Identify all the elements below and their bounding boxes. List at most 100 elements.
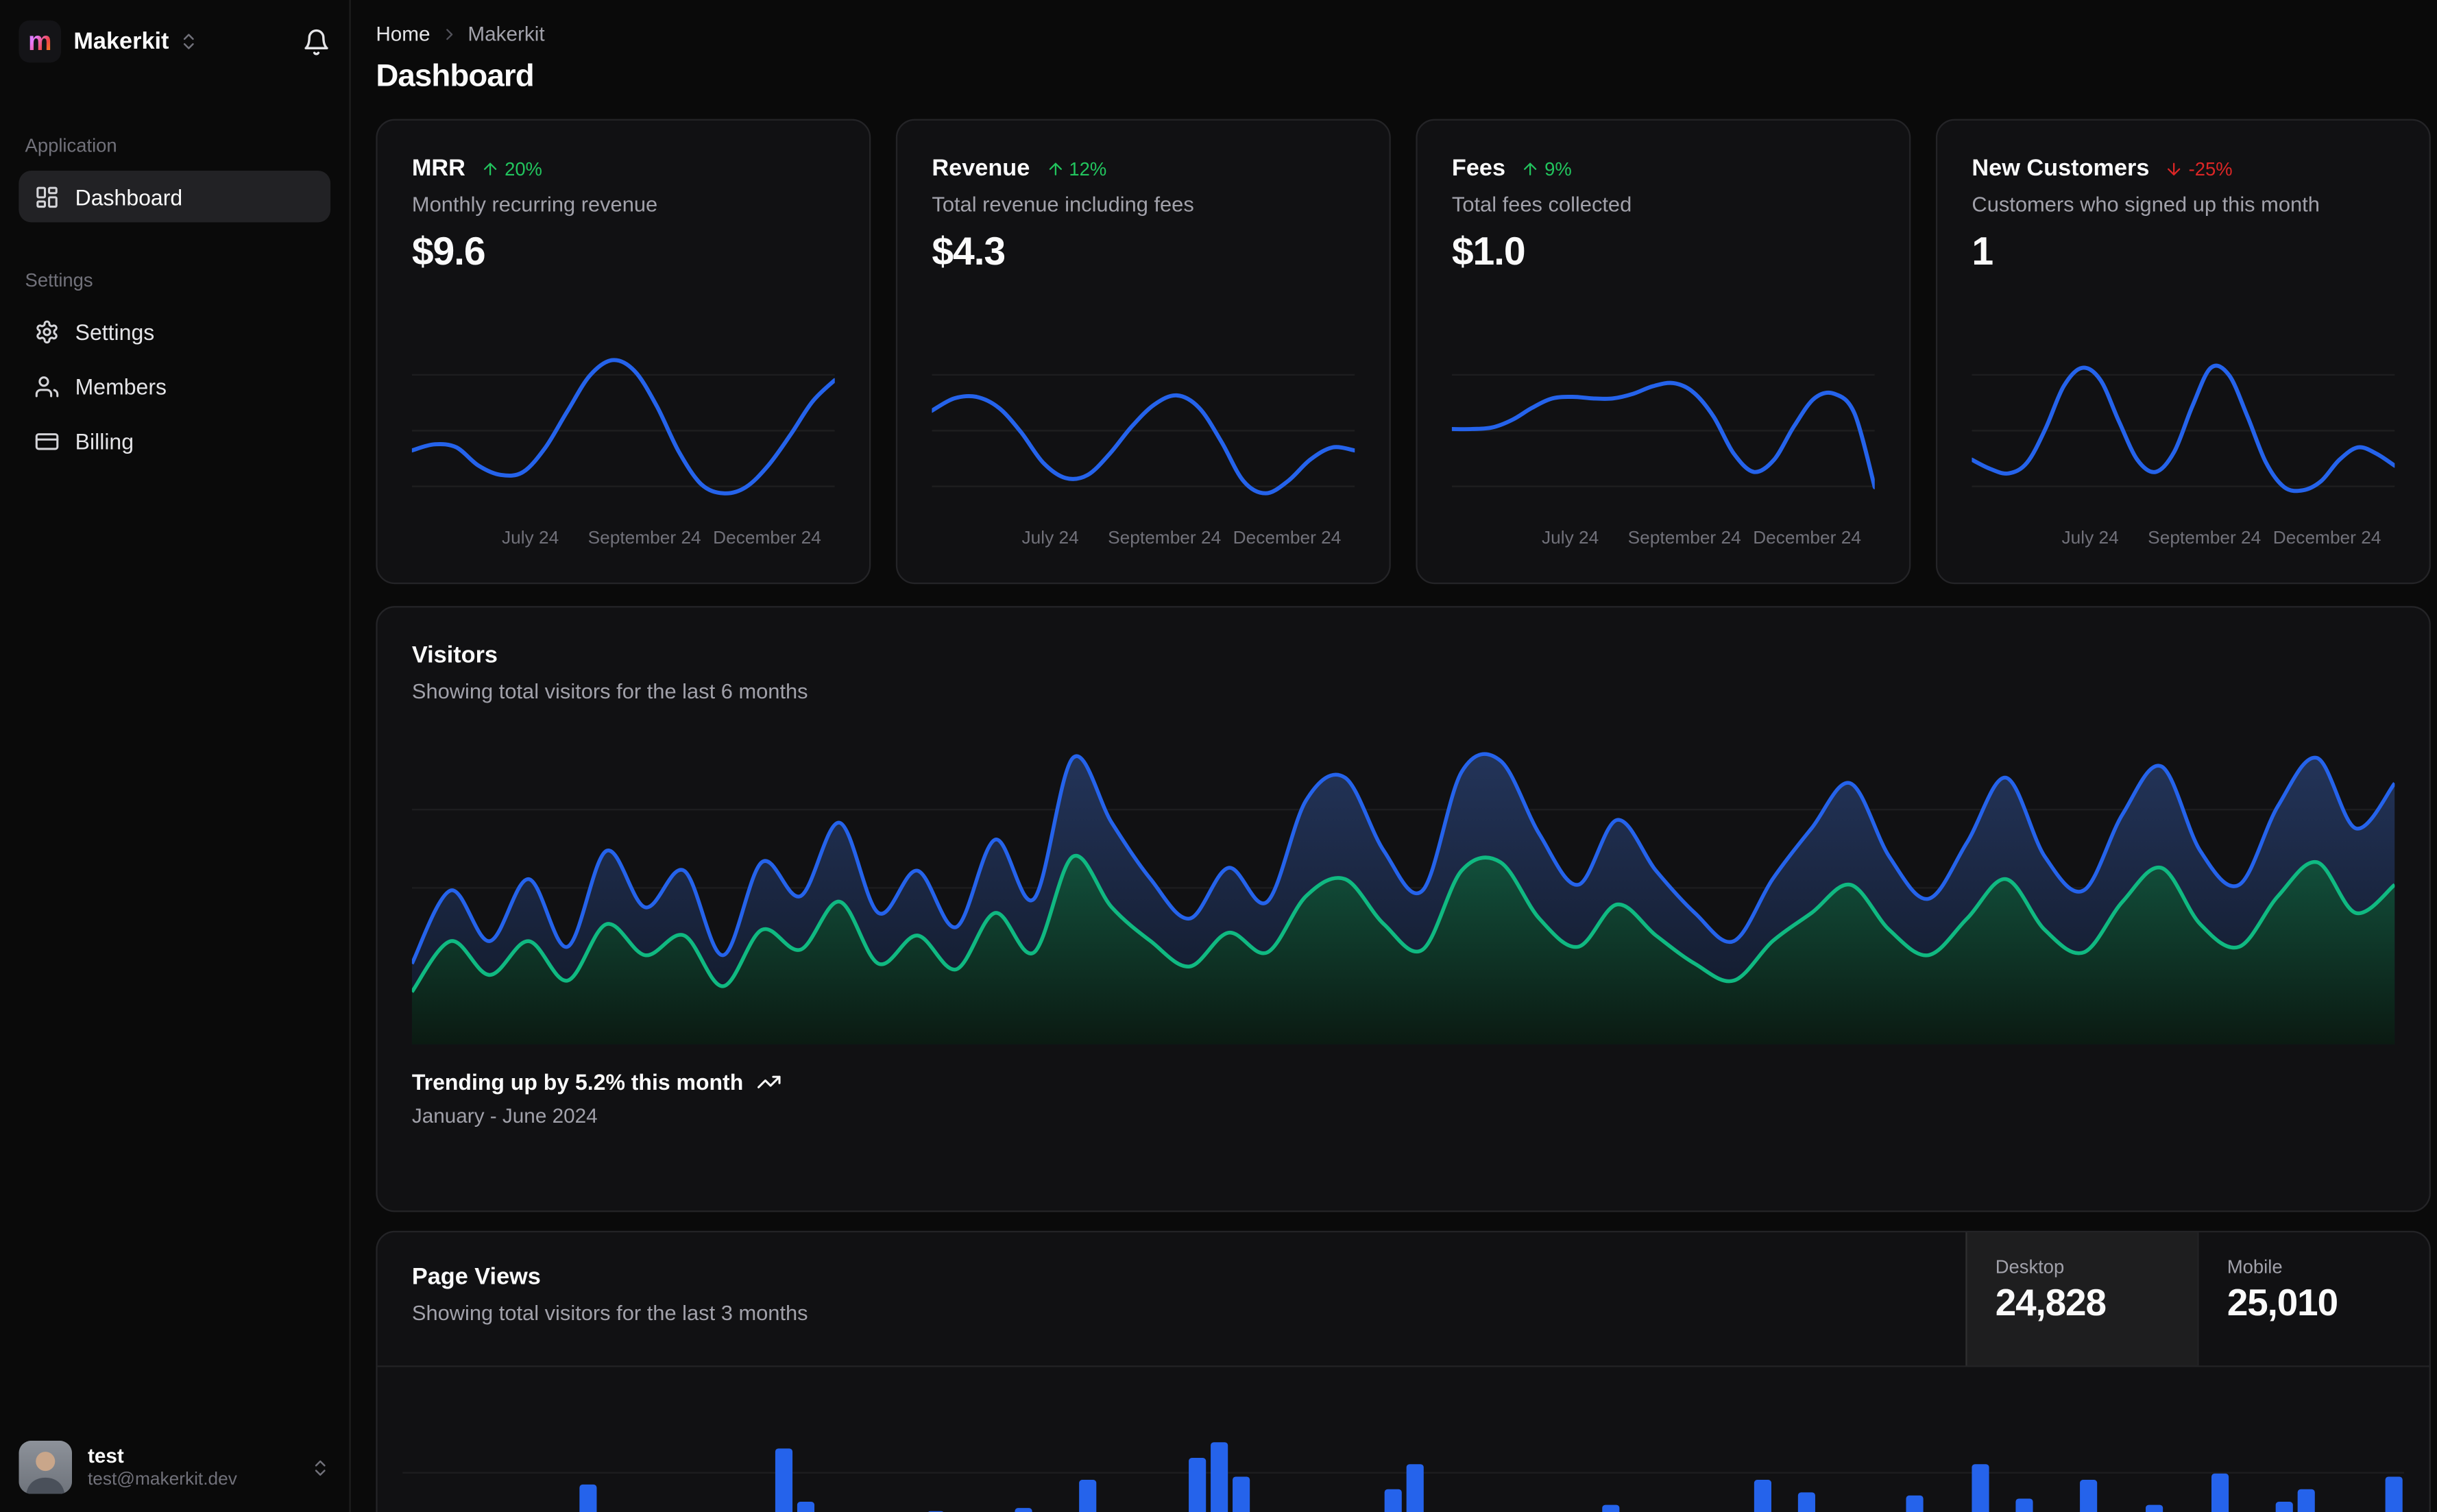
stat-card-header: New Customers -25%: [1972, 155, 2394, 182]
stat-cards-row: MRR 20% Monthly recurring revenue $9.6 J…: [376, 119, 2431, 585]
nav-group-spacer: [19, 225, 330, 269]
bar: [1754, 1480, 1771, 1512]
bar-chart-gridline: [402, 1472, 2405, 1474]
bar: [579, 1484, 597, 1512]
spark-chart: July 24 September 24 December 24: [1451, 343, 1875, 554]
spark-x-axis-labels: July 24 September 24 December 24: [1972, 529, 2394, 554]
spark-line-svg: [411, 343, 835, 518]
arrow-down-icon: [2168, 162, 2181, 175]
sidebar-item-dashboard[interactable]: Dashboard: [19, 171, 331, 223]
arrow-up-icon: [1048, 162, 1061, 175]
stat-card: Revenue 12% Total revenue including fees…: [895, 119, 1391, 585]
user-name: test: [87, 1443, 124, 1467]
visitors-trend-text: Trending up by 5.2% this month: [411, 1069, 744, 1095]
stat-card-value: $1.0: [1451, 230, 1526, 274]
stat-card-title: New Customers: [1972, 155, 2150, 182]
bar: [2145, 1504, 2163, 1512]
bar: [1014, 1508, 1032, 1512]
stat-card-title: MRR: [411, 155, 465, 182]
x-axis-label: July 24: [2061, 529, 2119, 548]
bar: [2385, 1476, 2403, 1512]
stat-card-header: Fees 9%: [1452, 155, 1875, 182]
arrow-up-icon: [484, 162, 497, 175]
tab-desktop-value: 24,828: [1995, 1282, 2107, 1325]
bar: [775, 1448, 792, 1512]
stat-card-subtitle: Monthly recurring revenue: [411, 193, 658, 217]
sidebar-nav: Application Dashboard Settings Settings …: [0, 62, 349, 470]
tab-mobile-label: Mobile: [2227, 1256, 2283, 1278]
trend-value: -25%: [2188, 157, 2233, 180]
sidebar-item-settings[interactable]: Settings: [19, 306, 330, 357]
stat-card-header: Revenue 12%: [932, 155, 1355, 182]
notifications-bell-button[interactable]: [302, 27, 330, 56]
stat-card-subtitle: Customers who signed up this month: [1972, 193, 2320, 217]
bar: [2015, 1498, 2033, 1512]
user-meta: test test@makerkit.dev: [88, 1443, 237, 1491]
trend-badge: 9%: [1521, 158, 1572, 180]
breadcrumb-home-link[interactable]: Home: [376, 22, 430, 45]
spark-x-axis-labels: July 24 September 24 December 24: [1452, 529, 1875, 554]
chevrons-up-down-icon: [315, 1459, 326, 1475]
trending-up-icon: [757, 1075, 780, 1088]
spark-chart: July 24 September 24 December 24: [1972, 343, 2395, 554]
sidebar-item-members[interactable]: Members: [19, 360, 330, 411]
nav-group-label-settings: Settings: [25, 269, 93, 291]
page-views-card: Page Views Showing total visitors for th…: [376, 1230, 2431, 1512]
stat-card-value: $4.3: [932, 230, 1006, 274]
bar: [1210, 1442, 1228, 1512]
page-views-bar-chart: [402, 1367, 2405, 1512]
tab-mobile-value: 25,010: [2227, 1282, 2338, 1325]
page-views-header: Page Views Showing total visitors for th…: [377, 1232, 2429, 1367]
nav-group-label-application: Application: [25, 134, 117, 157]
workspace-selector[interactable]: m Makerkit: [0, 0, 349, 63]
user-menu-button[interactable]: test test@makerkit.dev: [0, 1425, 349, 1512]
stat-card-value: $9.6: [411, 230, 486, 274]
spark-chart: July 24 September 24 December 24: [932, 343, 1355, 554]
trend-value: 12%: [1069, 157, 1107, 180]
stat-card-title: Revenue: [932, 155, 1030, 182]
x-axis-label: July 24: [1542, 529, 1599, 548]
stat-card-subtitle: Total revenue including fees: [932, 193, 1194, 217]
bar: [2298, 1489, 2316, 1512]
chevrons-up-down-icon: [183, 34, 194, 49]
x-axis-label: December 24: [713, 529, 821, 548]
x-axis-label: December 24: [2272, 529, 2381, 548]
gear-icon: [36, 319, 58, 343]
page-title: Dashboard: [376, 59, 534, 95]
page-views-subtitle: Showing total visitors for the last 3 mo…: [411, 1301, 808, 1325]
dashboard-icon: [36, 186, 58, 207]
visitors-title: Visitors: [411, 642, 498, 669]
trend-badge: 20%: [481, 158, 542, 180]
tab-desktop[interactable]: Desktop 24,828: [1965, 1232, 2198, 1366]
bar: [1231, 1476, 1250, 1512]
page-views-title: Page Views: [411, 1263, 541, 1291]
spark-line-svg: [932, 374, 1355, 518]
logo-letter: m: [27, 26, 52, 57]
bar: [797, 1502, 814, 1512]
visitors-subtitle: Showing total visitors for the last 6 mo…: [411, 679, 808, 703]
trend-value: 20%: [505, 157, 542, 180]
bar: [1079, 1480, 1097, 1512]
x-axis-label: September 24: [1627, 529, 1741, 548]
bar: [1906, 1495, 1924, 1512]
sidebar-item-label: Billing: [75, 428, 134, 454]
stat-card-value: 1: [1972, 230, 1993, 274]
bar: [1797, 1492, 1815, 1512]
visitors-trend-line: Trending up by 5.2% this month: [412, 1069, 2394, 1095]
visitors-area-chart: [411, 731, 2395, 1045]
x-axis-label: July 24: [501, 529, 559, 548]
stat-card: MRR 20% Monthly recurring revenue $9.6 J…: [376, 119, 871, 585]
x-axis-label: September 24: [2148, 529, 2262, 548]
stat-card-title: Fees: [1451, 155, 1506, 182]
bar: [1188, 1458, 1206, 1512]
tab-mobile[interactable]: Mobile 25,010: [2197, 1232, 2429, 1366]
user-email: test@makerkit.dev: [87, 1470, 237, 1489]
avatar: [19, 1440, 73, 1494]
visitors-footer: Trending up by 5.2% this month January -…: [412, 1069, 2394, 1127]
sidebar-item-label: Settings: [75, 318, 155, 344]
makerkit-logo: m: [19, 20, 62, 63]
sidebar-item-billing[interactable]: Billing: [19, 415, 330, 466]
spark-line-svg: [1972, 343, 2395, 518]
breadcrumb: Home Makerkit: [376, 0, 2431, 45]
page-views-header-text: Page Views Showing total visitors for th…: [378, 1232, 1966, 1365]
